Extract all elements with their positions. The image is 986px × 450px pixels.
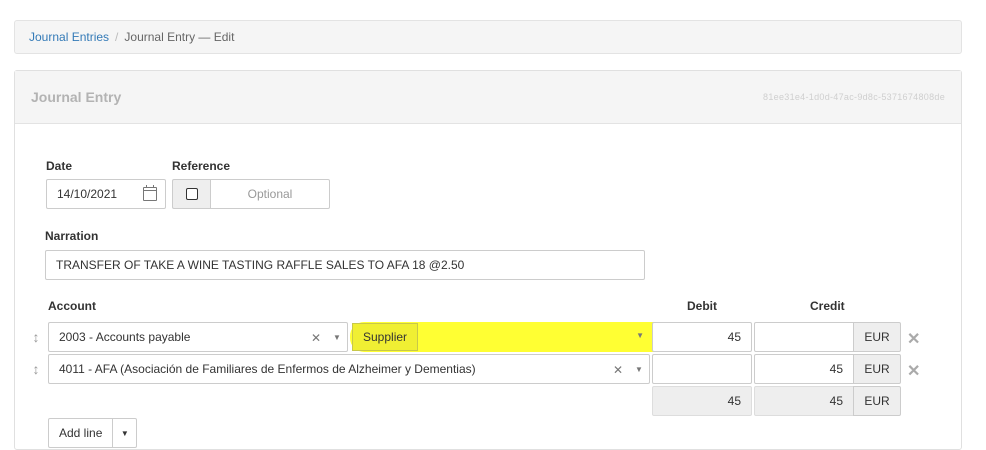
narration-label: Narration [45, 229, 99, 243]
caret-down-icon: ▼ [120, 428, 129, 438]
reference-group: Optional [172, 179, 330, 209]
credit-input-row-2[interactable]: 45 [754, 354, 854, 384]
panel-heading: Journal Entry 81ee31e4-1d0d-47ac-9d8c-53… [15, 71, 961, 124]
supplier-label: Supplier [352, 323, 419, 351]
breadcrumb-journal-entries-link[interactable]: Journal Entries [29, 30, 109, 44]
credit-total-value: 45 [829, 394, 843, 408]
drag-handle-icon[interactable]: ↕ [31, 360, 41, 378]
reference-toggle[interactable] [172, 179, 210, 209]
reference-checkbox[interactable] [185, 188, 198, 200]
breadcrumb-separator: / [115, 30, 119, 44]
account-header: Account [48, 299, 96, 313]
chevron-down-icon[interactable]: ▼ [635, 365, 643, 374]
narration-input[interactable]: TRANSFER OF TAKE A WINE TASTING RAFFLE S… [45, 250, 645, 280]
debit-value: 45 [727, 330, 741, 344]
chevron-down-icon[interactable]: ▼ [333, 333, 341, 342]
account-value: 2003 - Accounts payable [59, 330, 191, 344]
credit-value: 45 [829, 362, 843, 376]
calendar-icon[interactable] [143, 185, 157, 201]
add-line-button[interactable]: Add line [48, 418, 114, 448]
date-value: 14/10/2021 [57, 187, 118, 201]
reference-placeholder: Optional [247, 187, 293, 201]
entry-id: 81ee31e4-1d0d-47ac-9d8c-5371674808de [763, 92, 945, 102]
remove-line-icon[interactable]: ✕ [907, 329, 920, 349]
add-line-dropdown[interactable]: ▼ [113, 418, 138, 448]
credit-input-row-1[interactable] [754, 322, 854, 352]
clear-icon[interactable]: ✕ [613, 363, 623, 377]
clear-icon[interactable]: ✕ [311, 331, 321, 345]
account-value: 4011 - AFA (Asociación de Familiares de … [59, 362, 476, 376]
debit-input-row-1[interactable]: 45 [652, 322, 752, 352]
currency-row-2: EUR [853, 354, 901, 384]
breadcrumb-current: Journal Entry — Edit [124, 30, 235, 44]
currency-total: EUR [853, 386, 901, 416]
panel-title: Journal Entry [31, 89, 122, 105]
credit-header: Credit [810, 299, 845, 313]
narration-value: TRANSFER OF TAKE A WINE TASTING RAFFLE S… [56, 258, 465, 272]
chevron-down-icon[interactable]: ▼ [636, 331, 644, 340]
debit-total-value: 45 [727, 394, 741, 408]
date-input[interactable]: 14/10/2021 [46, 179, 166, 209]
currency-row-1: EUR [853, 322, 901, 352]
drag-handle-icon[interactable]: ↕ [31, 328, 41, 346]
account-select-row-2[interactable]: 4011 - AFA (Asociación de Familiares de … [48, 354, 650, 384]
breadcrumb: Journal Entries / Journal Entry — Edit [14, 20, 962, 54]
date-label: Date [46, 159, 73, 173]
reference-label: Reference [172, 159, 231, 173]
add-line-group: Add line ▼ [48, 418, 138, 448]
credit-total: 45 [754, 386, 854, 416]
reference-input[interactable]: Optional [210, 179, 330, 209]
supplier-select[interactable]: Supplier ▼ [350, 322, 684, 352]
account-select-row-1[interactable]: 2003 - Accounts payable ✕ ▼ [48, 322, 348, 352]
debit-header: Debit [687, 299, 717, 313]
debit-total: 45 [652, 386, 752, 416]
debit-input-row-2[interactable] [652, 354, 752, 384]
remove-line-icon[interactable]: ✕ [907, 361, 920, 381]
